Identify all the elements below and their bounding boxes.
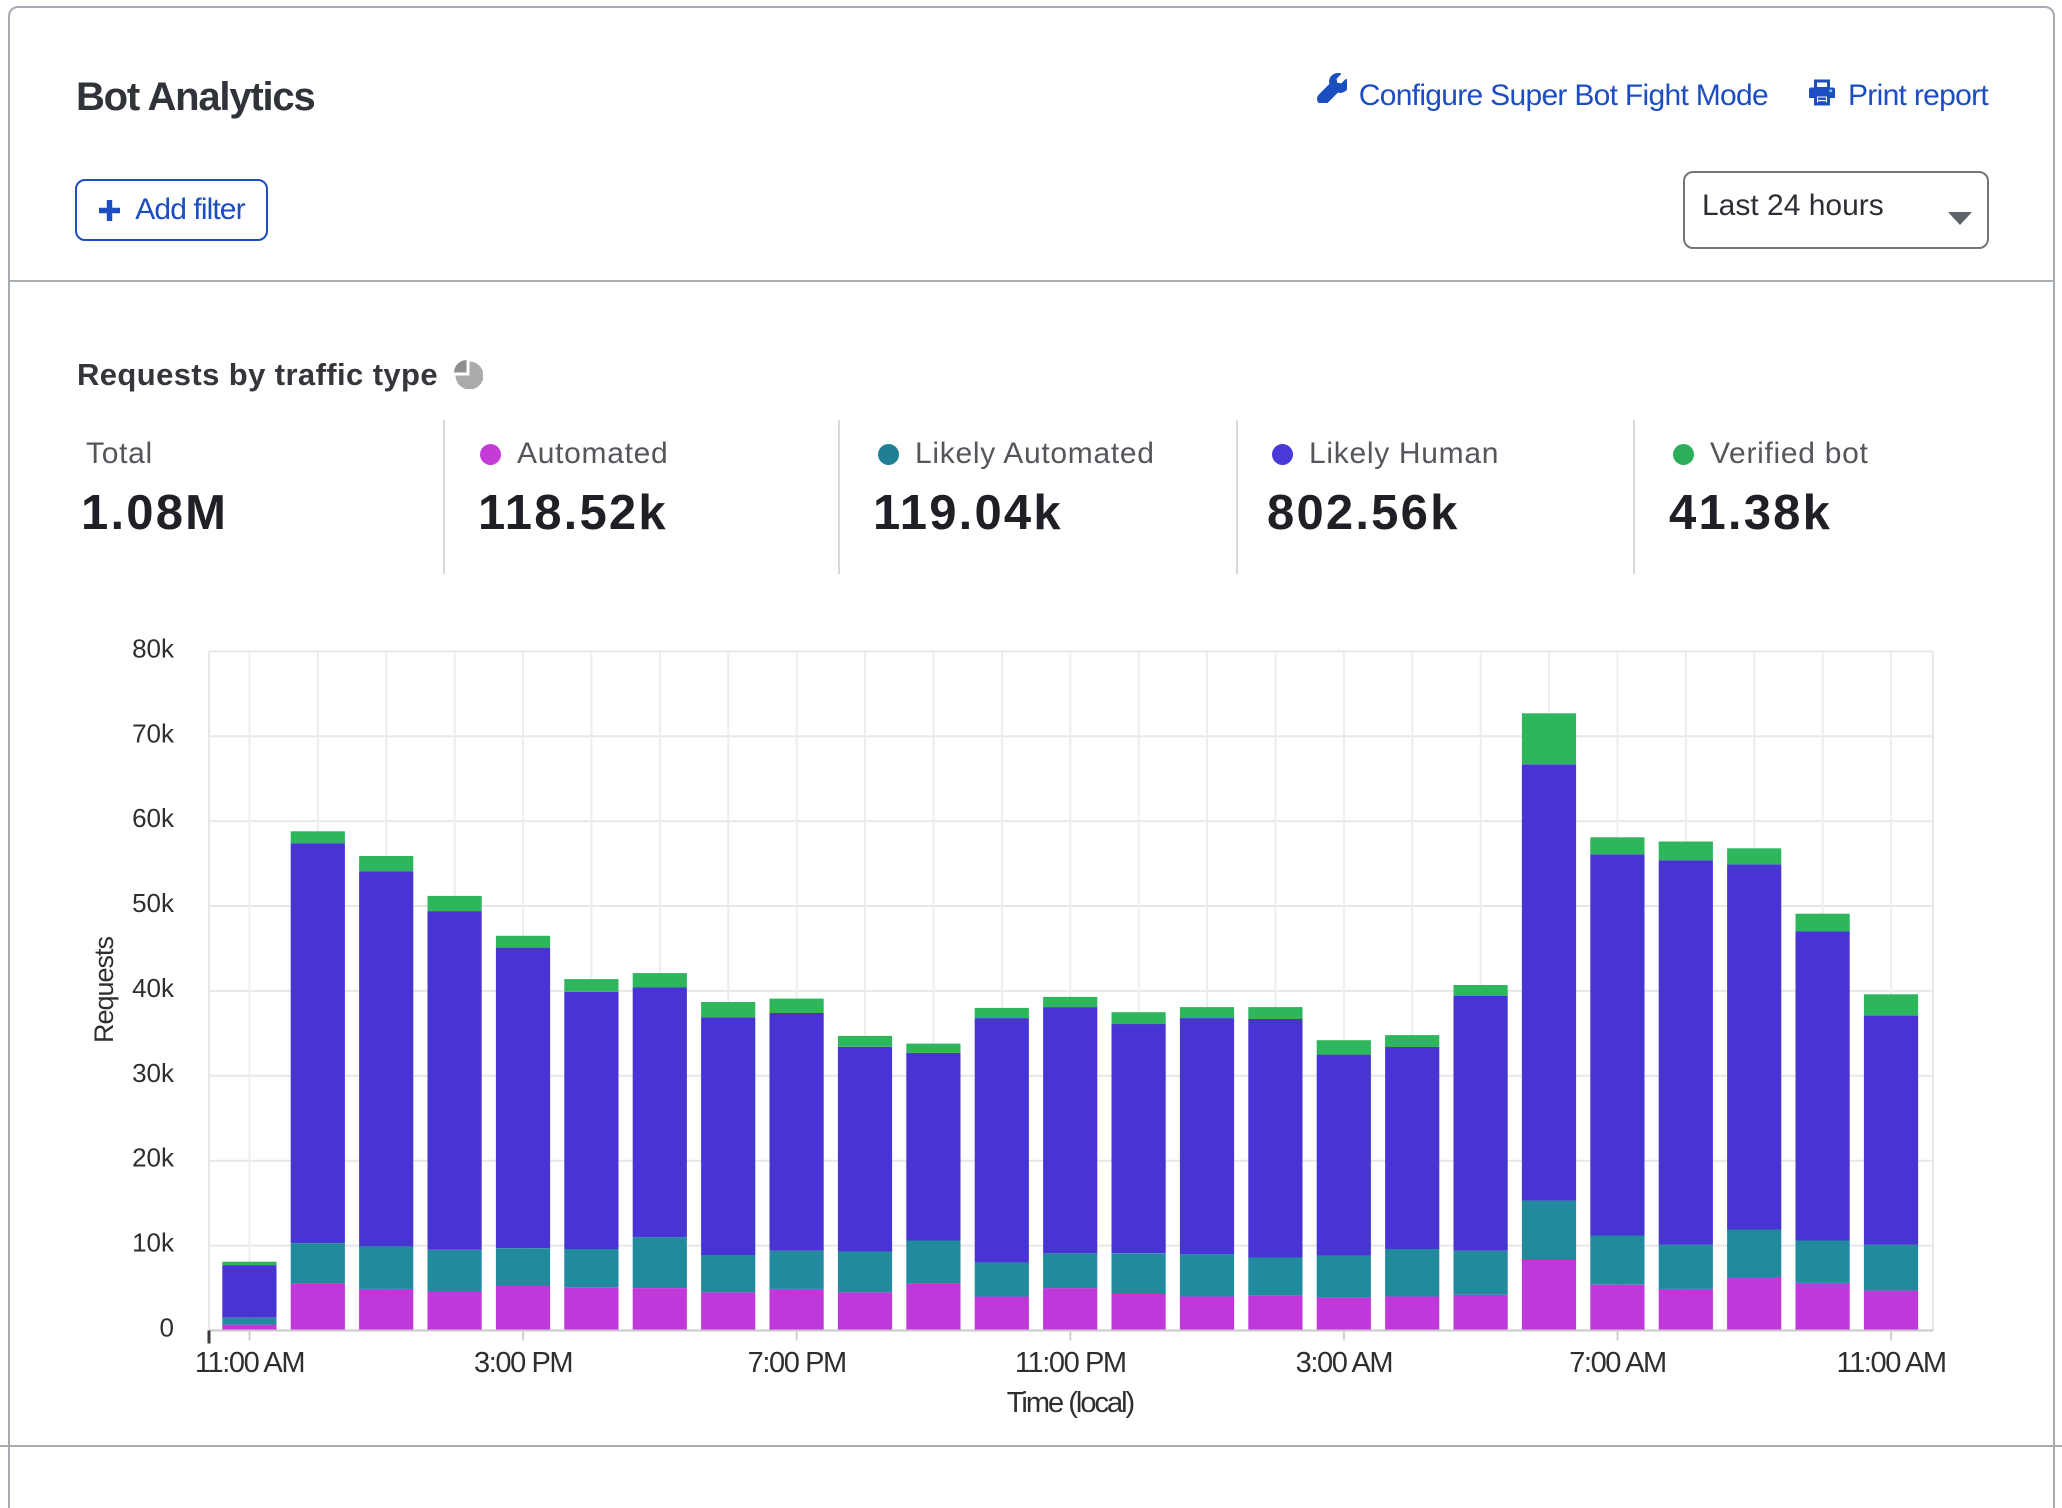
svg-text:10k: 10k [132, 1228, 175, 1258]
svg-text:7:00 AM: 7:00 AM [1569, 1347, 1666, 1379]
svg-text:40k: 40k [132, 973, 175, 1003]
svg-text:7:00 PM: 7:00 PM [748, 1347, 846, 1379]
svg-text:20k: 20k [132, 1143, 175, 1173]
svg-text:30k: 30k [132, 1058, 175, 1088]
svg-text:3:00 PM: 3:00 PM [474, 1347, 572, 1379]
svg-text:3:00 AM: 3:00 AM [1296, 1347, 1393, 1379]
svg-text:70k: 70k [132, 718, 175, 748]
svg-text:0: 0 [160, 1313, 174, 1343]
svg-text:60k: 60k [132, 803, 175, 833]
svg-text:80k: 80k [132, 633, 175, 663]
svg-text:11:00 PM: 11:00 PM [1015, 1347, 1126, 1379]
svg-text:11:00 AM: 11:00 AM [195, 1347, 304, 1379]
svg-text:Requests: Requests [89, 936, 119, 1043]
svg-text:Time (local): Time (local) [1007, 1387, 1134, 1419]
svg-text:50k: 50k [132, 888, 175, 918]
svg-text:11:00 AM: 11:00 AM [1837, 1347, 1946, 1379]
